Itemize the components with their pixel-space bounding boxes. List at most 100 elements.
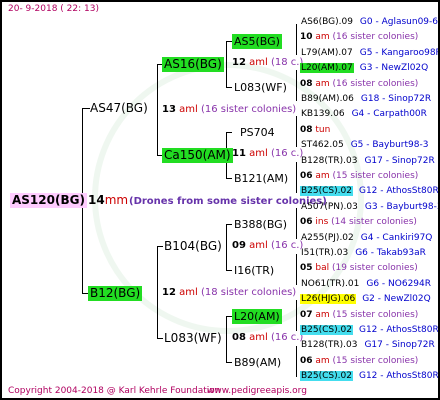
gen4-race: ins xyxy=(312,217,332,228)
gen4-entry: A507(PN).03 G3 - Bayburt98-3 xyxy=(300,201,440,212)
gen2-3[interactable]: L083(WF) xyxy=(162,331,224,346)
footer-copyright: Copyright 2004-2018 @ Karl Kehrle Founda… xyxy=(8,386,221,396)
footer-url[interactable]: www.pedigreeapis.org xyxy=(207,386,307,396)
gen4-name[interactable]: I51(TR).03 xyxy=(300,248,349,258)
gen2-2[interactable]: B104(BG) xyxy=(162,239,224,254)
gen4-info: 10 am (16 sister colonies) xyxy=(300,32,418,42)
gen4-origin: G5 - Bayburt98-3 xyxy=(350,140,429,151)
gen4-info: 06 am (15 sister colonies) xyxy=(300,356,418,366)
gen4-sisters: (15 sister colonies) xyxy=(332,309,419,320)
gen4-name[interactable]: B25(CS).02 xyxy=(300,186,353,197)
gen4-race: am xyxy=(312,355,333,366)
gen2-0[interactable]: AS16(BG) xyxy=(162,57,224,72)
gen3-2[interactable]: PS704 xyxy=(238,125,277,140)
gen4-origin: G6 - Takab93aR xyxy=(355,248,426,258)
gen4-entry: NO61(TR).01 G6 - NO6294R xyxy=(300,279,431,289)
gen4-name[interactable]: B128(TR).03 xyxy=(300,340,358,350)
gen4-info: 08 tun xyxy=(300,125,330,135)
pedigree-page: 20- 9-2018 ( 22: 13) AS120(BG) 14mm (Dro… xyxy=(0,0,440,400)
gen4-name[interactable]: L79(AM).07 xyxy=(300,48,354,58)
gen3-1[interactable]: L083(WF) xyxy=(232,80,289,95)
gen4-year: 06 xyxy=(300,355,313,366)
gen4-origin: G3 - NewZl02Q xyxy=(359,63,429,74)
gen4-race: am xyxy=(312,32,333,43)
gen4-name[interactable]: B89(AM).06 xyxy=(300,94,355,104)
gen2-0-info: 13 aml (16 sister colonies) xyxy=(162,104,297,115)
gen4-year: 06 xyxy=(300,217,313,228)
gen4-year: 08 xyxy=(300,124,313,135)
gen3-4-info: 09 aml (16 c.) xyxy=(232,240,304,251)
gen3-5[interactable]: I16(TR) xyxy=(232,263,276,278)
gen3-6-info: 08 aml (16 c.) xyxy=(232,332,304,343)
gen4-entry: AS6(BG).09 G0 - Aglasun09-6 xyxy=(300,17,438,27)
gen4-name[interactable]: L20(AM).07 xyxy=(300,63,354,74)
gen4-entry: B89(AM).06 G18 - Sinop72R xyxy=(300,94,431,104)
gen4-origin: G12 - AthosSt80R xyxy=(358,186,439,197)
gen4-entry: B25(CS).02 G12 - AthosSt80R xyxy=(300,186,439,197)
gen4-info: 07 am (15 sister colonies) xyxy=(300,310,418,320)
gen4-name[interactable]: ST462.05 xyxy=(300,140,345,150)
root-year: 14 xyxy=(88,193,105,207)
gen4-name[interactable]: NO61(TR).01 xyxy=(300,279,360,289)
gen4-sisters: (15 sister colonies) xyxy=(332,171,419,181)
gen4-entry: L79(AM).07 G5 - Kangaroo98R xyxy=(300,47,440,58)
gen3-4[interactable]: B388(BG) xyxy=(232,217,289,232)
gen4-entry: ST462.05 G5 - Bayburt98-3 xyxy=(300,140,428,150)
gen2-1[interactable]: Ca150(AM) xyxy=(162,148,233,163)
gen4-origin: G0 - Aglasun09-6 xyxy=(359,17,438,27)
gen4-name[interactable]: KB139.06 xyxy=(300,109,346,119)
gen4-origin: G3 - Bayburt98-3 xyxy=(364,201,440,212)
gen4-origin: G5 - Kangaroo98R xyxy=(359,47,440,58)
gen4-origin: G2 - NewZl02Q xyxy=(362,294,431,305)
gen4-year: 08 xyxy=(300,78,313,89)
gen4-origin: G12 - AthosSt80R xyxy=(358,325,439,335)
gen4-info: 06 am (15 sister colonies) xyxy=(300,171,418,181)
drone-note: (Drones from some sister colonies) xyxy=(129,196,327,207)
gen1-sire[interactable]: AS47(BG) xyxy=(88,101,150,116)
gen4-origin: G4 - Carpath00R xyxy=(351,109,427,120)
gen4-race: tun xyxy=(312,124,331,135)
gen4-origin: G12 - AthosSt80R xyxy=(358,371,439,382)
gen4-name[interactable]: AS6(BG).09 xyxy=(300,17,354,27)
gen4-sisters: (15 sister colonies) xyxy=(332,355,419,366)
gen3-0-info: 12 aml (18 c.) xyxy=(232,57,304,68)
gen4-info: 08 am (16 sister colonies) xyxy=(300,79,418,89)
gen4-name[interactable]: A507(PN).03 xyxy=(300,202,359,212)
gen4-race: am xyxy=(312,78,333,89)
root-mark: mm xyxy=(104,193,129,207)
gen4-entry: I51(TR).03 G6 - Takab93aR xyxy=(300,248,426,258)
gen4-entry: B128(TR).03 G17 - Sinop72R xyxy=(300,156,435,166)
gen4-name[interactable]: B128(TR).03 xyxy=(300,156,358,166)
gen4-name[interactable]: L26(HJG).06 xyxy=(300,294,357,305)
gen4-year: 06 xyxy=(300,171,313,181)
gen3-3[interactable]: B121(AM) xyxy=(232,171,290,186)
gen4-name[interactable]: A255(PJ).02 xyxy=(300,233,355,243)
gen4-name[interactable]: B25(CS).02 xyxy=(300,325,353,335)
gen4-origin: G18 - Sinop72R xyxy=(360,94,432,104)
gen4-entry: KB139.06 G4 - Carpath00R xyxy=(300,109,427,119)
gen4-year: 07 xyxy=(300,309,313,320)
gen3-6[interactable]: L20(AM) xyxy=(232,309,282,324)
gen3-7[interactable]: B89(AM) xyxy=(232,355,283,370)
gen4-year: 05 xyxy=(300,263,313,274)
gen4-sisters: (16 sister colonies) xyxy=(332,78,419,89)
header-date: 20- 9-2018 ( 22: 13) xyxy=(8,4,99,14)
gen4-entry: B25(CS).02 G12 - AthosSt80R xyxy=(300,371,439,382)
gen4-name[interactable]: B25(CS).02 xyxy=(300,371,353,382)
gen4-origin: G17 - Sinop72R xyxy=(364,340,435,351)
gen4-info: 06 ins (14 sister colonies) xyxy=(300,217,417,227)
gen3-0[interactable]: AS5(BG) xyxy=(232,34,282,49)
gen2-2-info: 12 aml (18 sister colonies) xyxy=(162,287,297,298)
gen4-sisters: (16 sister colonies) xyxy=(332,32,419,43)
gen4-entry: B25(CS).02 G12 - AthosSt80R xyxy=(300,325,439,335)
gen4-race: am xyxy=(312,171,333,181)
gen4-info: 05 bal (19 sister colonies) xyxy=(300,263,418,273)
gen4-origin: G17 - Sinop72R xyxy=(364,155,435,166)
gen1-dam[interactable]: B12(BG) xyxy=(88,286,143,301)
gen4-origin: G6 - NO6294R xyxy=(366,278,432,289)
gen4-entry: B128(TR).03 G17 - Sinop72R xyxy=(300,340,435,350)
gen3-2-info: 11 aml (16 c.) xyxy=(232,148,304,159)
root-queen[interactable]: AS120(BG) xyxy=(10,193,87,208)
gen4-entry: L26(HJG).06 G2 - NewZl02Q xyxy=(300,294,431,305)
gen4-sisters: (19 sister colonies) xyxy=(331,263,418,274)
